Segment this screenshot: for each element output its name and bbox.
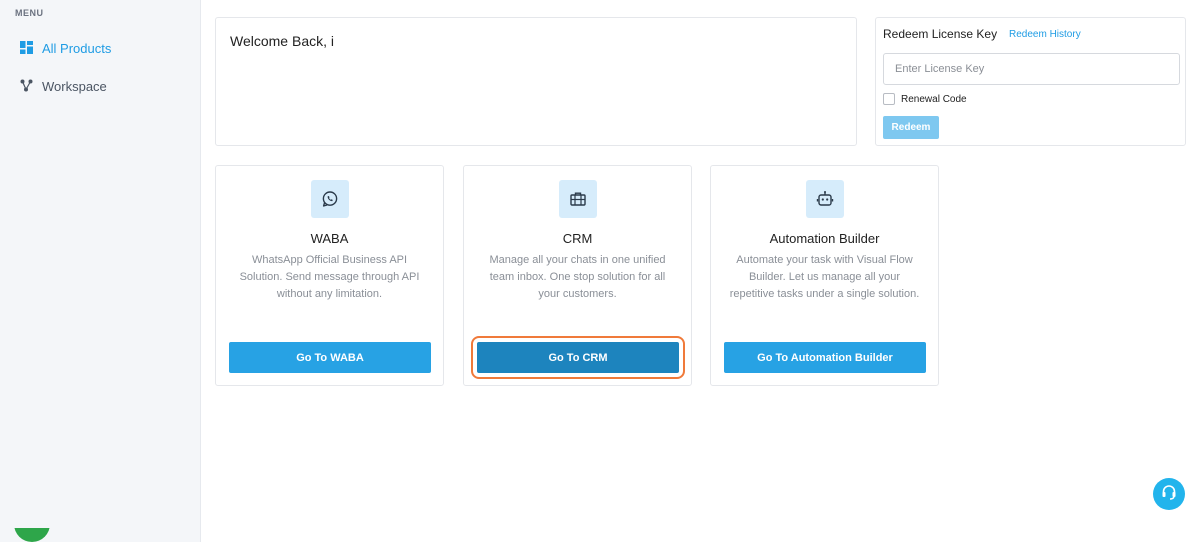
menu-heading: MENU [15, 8, 44, 18]
renewal-code-label: Renewal Code [901, 93, 967, 105]
redeem-card: Redeem License Key Redeem History Renewa… [875, 17, 1186, 146]
grid-icon [20, 41, 34, 55]
product-card-crm: CRM Manage all your chats in one unified… [463, 165, 692, 386]
product-description: Manage all your chats in one unified tea… [489, 254, 666, 300]
welcome-card: Welcome Back, i [215, 17, 857, 146]
license-key-input[interactable] [883, 53, 1180, 85]
briefcase-icon [559, 180, 597, 218]
robot-icon [806, 180, 844, 218]
sidebar-item-workspace[interactable]: Workspace [20, 76, 107, 96]
product-description: WhatsApp Official Business API Solution.… [239, 254, 420, 300]
redeem-button[interactable]: Redeem [883, 116, 939, 139]
workspace-icon [20, 79, 34, 93]
product-card-automation-builder: Automation Builder Automate your task wi… [710, 165, 939, 386]
chat-widget-overlay [8, 470, 78, 528]
welcome-text: Welcome Back, i [230, 33, 334, 49]
headset-icon [1160, 483, 1178, 506]
product-title: WABA [310, 231, 349, 246]
sidebar-item-all-products[interactable]: All Products [20, 38, 111, 58]
sidebar-item-label: Workspace [42, 78, 107, 94]
product-title: Automation Builder [769, 231, 880, 246]
product-title: CRM [562, 231, 593, 246]
renewal-code-row[interactable]: Renewal Code [883, 93, 967, 105]
product-description: Automate your task with Visual Flow Buil… [729, 254, 920, 300]
go-to-waba-button[interactable]: Go To WABA [229, 342, 431, 373]
product-card-waba: WABA WhatsApp Official Business API Solu… [215, 165, 444, 386]
redeem-history-link[interactable]: Redeem History [1009, 29, 1081, 40]
go-to-automation-builder-button[interactable]: Go To Automation Builder [724, 342, 926, 373]
go-to-crm-button[interactable]: Go To CRM [471, 336, 685, 379]
redeem-title: Redeem License Key [883, 27, 998, 41]
renewal-code-checkbox[interactable] [883, 93, 895, 105]
support-button[interactable] [1153, 478, 1185, 510]
whatsapp-icon [311, 180, 349, 218]
sidebar-item-label: All Products [42, 40, 112, 56]
sidebar: MENU All Products Workspace [0, 0, 201, 542]
